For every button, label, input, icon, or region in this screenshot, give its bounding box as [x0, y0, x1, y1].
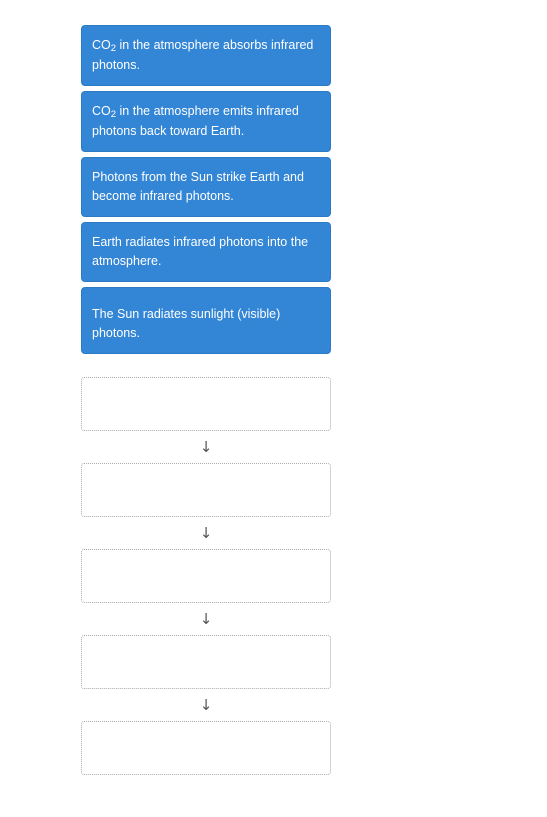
page-root: CO2 in the atmosphere absorbs infrared p… — [0, 0, 547, 817]
draggable-card-co2-emits[interactable]: CO2 in the atmosphere emits infrared pho… — [81, 91, 331, 152]
dropzone-4[interactable] — [81, 635, 331, 689]
card-text: Photons from the Sun strike Earth and be… — [92, 170, 304, 203]
dropzone-3[interactable] — [81, 549, 331, 603]
arrow-down-icon-2: ↓ — [199, 524, 213, 542]
draggable-card-stack: CO2 in the atmosphere absorbs infrared p… — [81, 25, 331, 359]
card-text: Earth radiates infrared photons into the… — [92, 235, 309, 268]
draggable-card-sun-radiates[interactable]: The Sun radiates sunlight (visible) phot… — [81, 287, 331, 354]
arrow-down-icon-3: ↓ — [199, 610, 213, 628]
card-text: CO2 in the atmosphere emits infrared pho… — [92, 104, 299, 138]
arrow-down-icon-1: ↓ — [199, 438, 213, 456]
subscript-2: 2 — [110, 109, 117, 120]
card-text: The Sun radiates sunlight (visible) phot… — [92, 307, 281, 340]
subscript-2: 2 — [110, 43, 117, 54]
card-text: CO2 in the atmosphere absorbs infrared p… — [92, 38, 313, 72]
card-text-after: in the atmosphere emits infrared photons… — [92, 104, 299, 138]
dropzone-1[interactable] — [81, 377, 331, 431]
dropzone-2[interactable] — [81, 463, 331, 517]
dropzone-column: ↓ ↓ ↓ ↓ — [81, 377, 331, 775]
card-text-before: CO — [92, 104, 111, 118]
card-text-after: in the atmosphere absorbs infrared photo… — [92, 38, 314, 72]
card-text-before: CO — [92, 38, 111, 52]
arrow-down-icon-4: ↓ — [199, 696, 213, 714]
draggable-card-photons-strike[interactable]: Photons from the Sun strike Earth and be… — [81, 157, 331, 217]
draggable-card-earth-radiates[interactable]: Earth radiates infrared photons into the… — [81, 222, 331, 282]
dropzone-5[interactable] — [81, 721, 331, 775]
draggable-card-co2-absorbs[interactable]: CO2 in the atmosphere absorbs infrared p… — [81, 25, 331, 86]
